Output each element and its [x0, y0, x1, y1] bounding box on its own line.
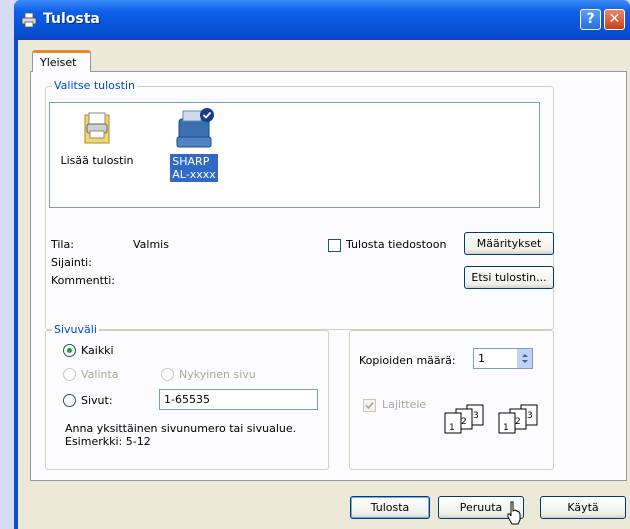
pages-input[interactable]: 1-65535 [159, 389, 318, 410]
collate-pages-icon-2: 1 2 3 [498, 404, 538, 434]
printer-name-line2: AL-xxxx [172, 168, 216, 181]
printer-name-line1: SHARP [172, 155, 210, 168]
apply-button[interactable]: Käytä [540, 496, 626, 519]
collate-page-1b: 1 [503, 423, 509, 433]
page-range-example: Esimerkki: 5-12 [65, 435, 151, 448]
spinner-arrows-icon [522, 354, 528, 363]
selection-label: Valinta [81, 368, 119, 381]
print-button[interactable]: Tulosta [350, 496, 430, 519]
status-label: Tila: [51, 238, 74, 251]
add-printer-icon [84, 112, 110, 144]
printer-item-sharp[interactable]: SHARP AL-xxxx [160, 107, 228, 182]
location-label: Sijainti: [51, 256, 92, 269]
window-title: Tulosta [43, 11, 100, 27]
collate-label: Lajittele [382, 398, 427, 411]
close-button[interactable]: ✕ [604, 9, 625, 30]
pages-radio[interactable] [63, 394, 76, 407]
comment-label: Kommentti: [51, 274, 115, 287]
hand-cursor-icon [507, 501, 521, 525]
collate-checkbox [363, 399, 376, 412]
printer-name-add: Lisää tulostin [60, 154, 134, 167]
copies-label: Kopioiden määrä: [359, 354, 456, 367]
print-dialog-window: Tulosta ? ✕ Yleiset Valitse tulostin Lis… [14, 0, 630, 529]
current-page-label: Nykyinen sivu [179, 368, 256, 381]
help-button[interactable]: ? [580, 9, 601, 30]
collate-page-3: 3 [473, 411, 479, 421]
select-printer-legend: Valitse tulostin [52, 79, 137, 92]
collate-page-2b: 2 [515, 417, 521, 427]
tab-general[interactable]: Yleiset [32, 50, 91, 72]
page-range-hint: Anna yksittäinen sivunumero tai sivualue… [65, 422, 297, 435]
checkmark-icon [365, 401, 374, 410]
general-tab-panel: Valitse tulostin Lisää tulostin SHARP AL… [30, 71, 627, 481]
printer-name-sharp: SHARP AL-xxxx [170, 154, 218, 182]
print-to-file-checkbox[interactable] [328, 239, 341, 252]
dialog-client-area: Yleiset Valitse tulostin Lisää tulostin [18, 40, 630, 529]
copies-spinner[interactable] [516, 349, 532, 368]
print-to-file-label[interactable]: Tulosta tiedostoon [346, 238, 446, 251]
printer-icon [21, 12, 37, 28]
selection-radio [63, 368, 76, 381]
collate-page-2: 2 [461, 417, 467, 427]
printer-icon [176, 108, 214, 148]
title-bar[interactable]: Tulosta ? ✕ [14, 0, 630, 40]
page-range-legend: Sivuväli [52, 323, 99, 336]
printer-item-add[interactable]: Lisää tulostin [58, 111, 136, 167]
current-page-radio [161, 368, 174, 381]
printer-list[interactable]: Lisää tulostin SHARP AL-xxxx [49, 102, 540, 208]
collate-page-3b: 3 [527, 411, 533, 421]
status-value: Valmis [133, 238, 169, 251]
find-printer-button[interactable]: Etsi tulostin... [464, 266, 554, 289]
collate-pages-icon: 1 2 3 [444, 404, 484, 434]
pages-label[interactable]: Sivut: [81, 394, 113, 407]
preferences-button[interactable]: Määritykset [464, 232, 554, 255]
collate-page-1: 1 [449, 423, 455, 433]
all-pages-label[interactable]: Kaikki [81, 344, 114, 357]
all-pages-radio[interactable] [63, 344, 76, 357]
